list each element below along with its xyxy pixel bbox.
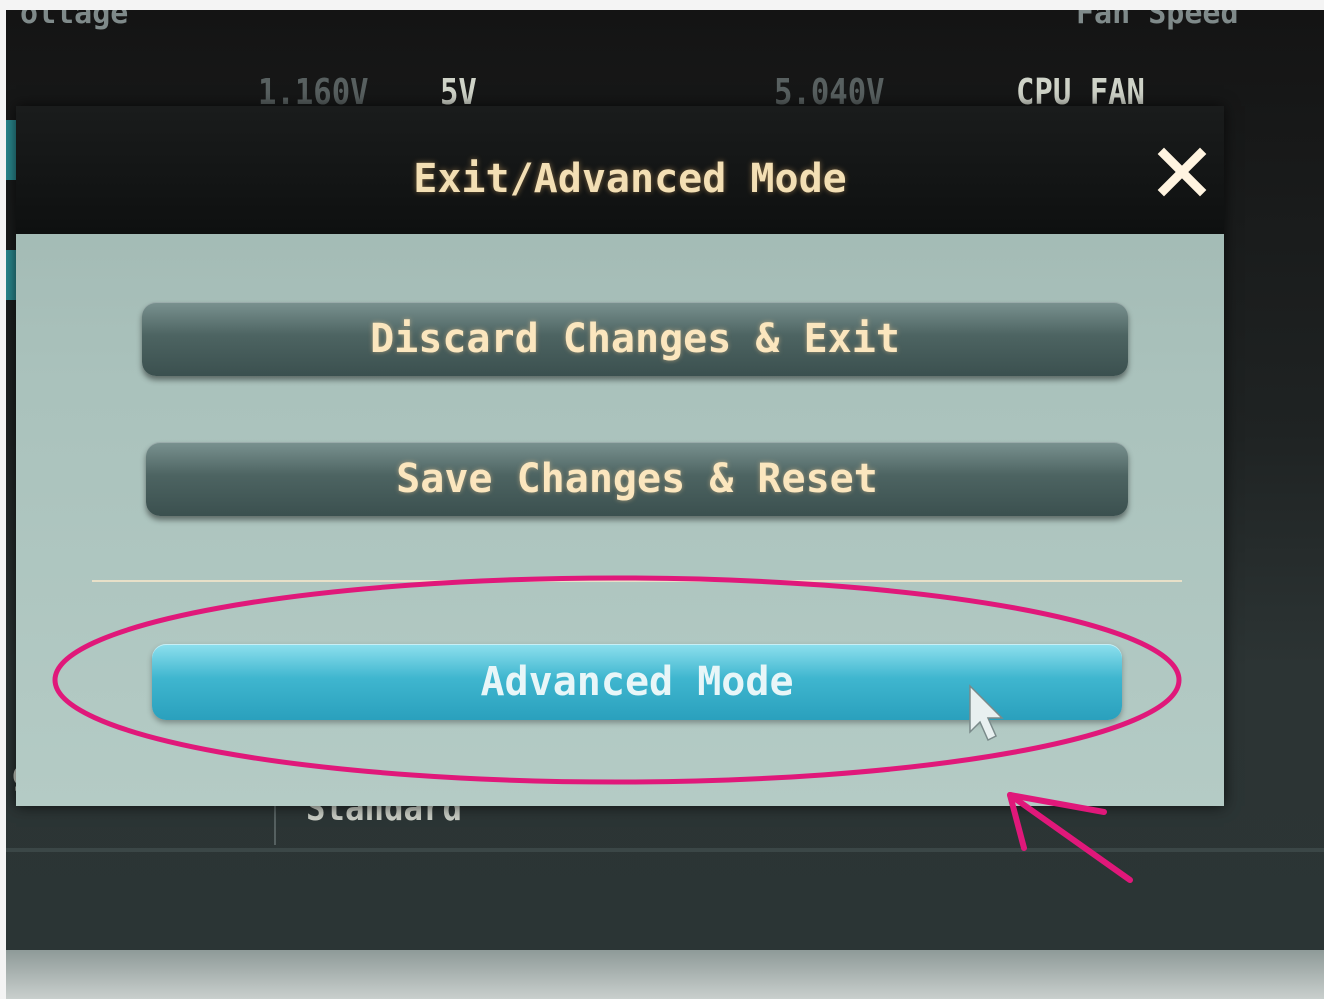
monitor-bezel xyxy=(6,950,1324,999)
dialog-divider xyxy=(92,580,1182,582)
exit-advanced-dialog: Exit/Advanced Mode Discard Changes & Exi… xyxy=(16,106,1224,806)
close-icon xyxy=(1157,147,1207,197)
close-button[interactable] xyxy=(1154,144,1210,200)
advanced-mode-button[interactable]: Advanced Mode xyxy=(152,644,1122,720)
discard-changes-exit-button[interactable]: Discard Changes & Exit xyxy=(142,302,1128,376)
bottom-dock-line xyxy=(6,848,1324,852)
dialog-header: Exit/Advanced Mode xyxy=(16,106,1224,234)
column-divider xyxy=(274,805,276,845)
dialog-title: Exit/Advanced Mode xyxy=(413,156,847,202)
fan-speed-header-fragment: Fan Speed xyxy=(1076,10,1239,31)
bios-screen: oltage Fan Speed 1.160V 5V 5.040V CPU_FA… xyxy=(6,10,1324,950)
voltage-header-fragment: oltage xyxy=(20,10,129,31)
save-changes-reset-button[interactable]: Save Changes & Reset xyxy=(146,442,1128,516)
